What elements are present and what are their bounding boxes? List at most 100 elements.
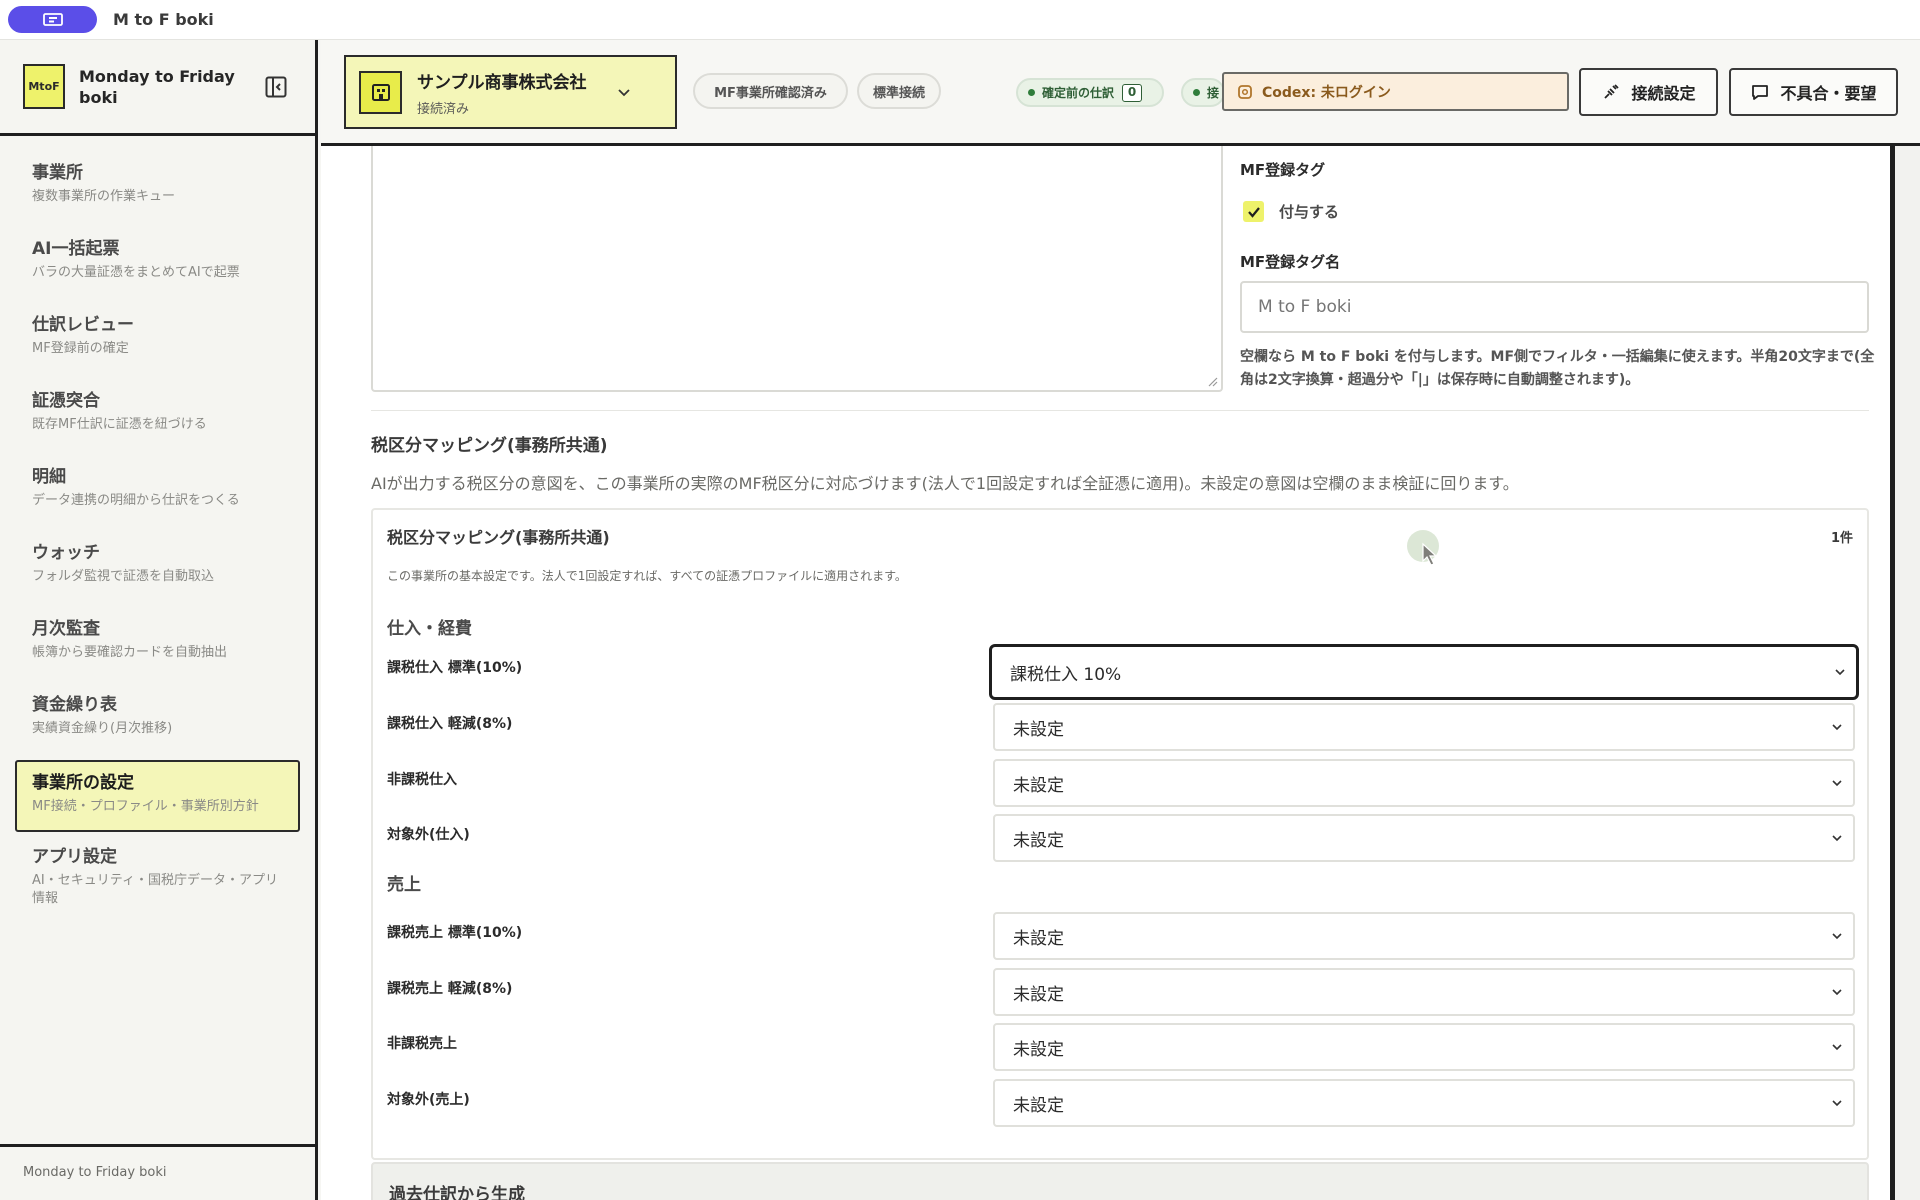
tax-row-label: 非課税仕入 [387,772,457,788]
standard-connection-badge: 標準接続 [857,73,941,109]
sidebar-item-label: AI一括起票 [32,239,120,259]
tax-select-sales-exempt[interactable]: 未設定 [993,1023,1855,1071]
sidebar-item-cashflow[interactable]: 資金繰り表 実績資金繰り(月次推移) [15,682,300,758]
window-title: M to F boki [113,10,214,29]
tax-select-sales-reduced[interactable]: 未設定 [993,968,1855,1016]
chevron-down-icon [1832,835,1842,842]
window-switcher-button[interactable] [8,6,97,33]
codex-icon [1238,84,1252,99]
pending-journals-status[interactable]: 確定前の仕訳 0 [1016,78,1164,107]
tax-select-value: 未設定 [1013,928,1064,949]
tax-select-purchase-outside[interactable]: 未設定 [993,814,1855,862]
generate-from-past-title: 過去仕訳から生成 [389,1185,525,1200]
sidebar-collapse-icon [265,76,287,98]
sidebar-item-sub: 既存MF仕訳に証憑を紐づける [32,417,207,432]
tax-select-value: 未設定 [1013,775,1064,796]
sidebar-item-offices[interactable]: 事業所 複数事業所の作業キュー [15,150,300,226]
tax-row-label: 課税仕入 軽減(8%) [387,716,513,732]
sidebar-item-voucher-match[interactable]: 証憑突合 既存MF仕訳に証憑を紐づける [15,378,300,454]
pending-journals-count: 0 [1122,83,1143,102]
chevron-down-icon [1832,724,1842,731]
generate-from-past-panel[interactable]: 過去仕訳から生成 [371,1162,1869,1200]
tax-select-value: 課税仕入 10% [1010,664,1122,685]
divider [371,410,1869,411]
mf-tag-toggle[interactable]: 付与する [1243,201,1339,222]
mf-tag-checkbox[interactable] [1243,201,1264,222]
tax-row-label: 対象外(売上) [387,1092,470,1108]
sidebar-item-sub: バラの大量証憑をまとめてAIで起票 [32,265,240,280]
sidebar-item-sub: フォルダ監視で証憑を自動取込 [32,569,215,584]
mf-office-confirmed-badge: MF事業所確認済み [693,73,848,109]
tax-select-sales-standard[interactable]: 未設定 [993,912,1855,960]
sidebar-item-statements[interactable]: 明細 データ連携の明細から仕訳をつくる [15,454,300,530]
title-bar: M to F boki [0,0,1920,40]
brand: MtoF Monday to Friday boki [0,40,315,136]
chevron-down-icon [1832,989,1842,996]
sidebar-item-label: ウォッチ [32,543,100,563]
tax-mapping-count-badge: 1件 [1830,531,1853,546]
sidebar-item-label: 事業所の設定 [32,773,134,793]
mf-tag-check-label: 付与する [1279,203,1340,221]
tax-mapping-section-desc: AIが出力する税区分の意図を、この事業所の実際のMF税区分に対応づけます(法人で… [371,474,1519,493]
sidebar-item-sub: 複数事業所の作業キュー [32,189,176,204]
company-switcher[interactable]: サンプル商事株式会社 接続済み [344,55,677,129]
company-name: サンプル商事株式会社 [417,72,587,93]
chevron-down-icon [1832,780,1842,787]
chevron-down-icon [1832,1100,1842,1107]
sidebar-item-monthly-audit[interactable]: 月次監査 帳簿から要確認カードを自動抽出 [15,606,300,682]
mf-tag-label: MF登録タグ [1240,161,1326,179]
status-dot [1193,89,1200,96]
tax-mapping-card-title: 税区分マッピング(事務所共通) [387,528,610,547]
sidebar-item-sub: MF接続・プロファイル・事業所別方針 [32,799,259,814]
tax-mapping-section-title: 税区分マッピング(事務所共通) [371,436,608,456]
settings-content[interactable]: MF登録タグ 付与する MF登録タグ名 空欄なら M to F boki を付与… [321,146,1890,1200]
tax-select-purchase-reduced[interactable]: 未設定 [993,703,1855,751]
feedback-button[interactable]: 不具合・要望 [1729,68,1898,116]
sidebar-footer: Monday to Friday boki [0,1144,315,1200]
chevron-down-icon [618,89,630,97]
tax-mapping-card: 税区分マッピング(事務所共通) 1件 この事業所の基本設定です。法人で1回設定す… [371,508,1869,1160]
tax-select-value: 未設定 [1013,830,1064,851]
connection-status-label: 接 [1207,86,1220,100]
sidebar-item-journal-review[interactable]: 仕訳レビュー MF登録前の確定 [15,302,300,378]
resize-grip-icon[interactable] [1206,375,1218,387]
tax-select-purchase-standard[interactable]: 課税仕入 10% [989,644,1859,700]
tax-select-purchase-exempt[interactable]: 未設定 [993,759,1855,807]
tax-row-label: 課税売上 標準(10%) [387,925,523,941]
sidebar-item-office-settings[interactable]: 事業所の設定 MF接続・プロファイル・事業所別方針 [15,760,300,832]
tax-mapping-card-note: この事業所の基本設定です。法人で1回設定すれば、すべての証憑プロファイルに適用さ… [387,569,907,583]
tax-select-sales-outside[interactable]: 未設定 [993,1079,1855,1127]
sidebar-item-ai-bulk[interactable]: AI一括起票 バラの大量証憑をまとめてAIで起票 [15,226,300,302]
sidebar-item-label: 月次監査 [32,619,100,639]
sidebar-item-app-settings[interactable]: アプリ設定 AI・セキュリティ・国税庁データ・アプリ情報 [15,834,300,914]
sidebar: MtoF Monday to Friday boki 事業所 複数事業所の作業キ… [0,40,318,1200]
purchase-group-title: 仕入・経費 [387,619,472,639]
notes-textarea[interactable] [371,146,1223,392]
top-header: サンプル商事株式会社 接続済み MF事業所確認済み 標準接続 確定前の仕訳 0 … [321,40,1920,146]
check-icon [1247,206,1260,218]
sidebar-item-label: 事業所 [32,163,83,183]
chevron-down-icon [1832,933,1842,940]
feedback-label: 不具合・要望 [1780,84,1877,103]
connection-status[interactable]: 接 [1181,78,1225,107]
codex-login-status[interactable]: Codex: 未ログイン [1222,72,1569,111]
collapse-sidebar-button[interactable] [265,76,287,98]
tax-select-value: 未設定 [1013,719,1064,740]
mf-tag-name-input[interactable] [1240,281,1869,333]
tax-row-label: 課税売上 軽減(8%) [387,981,513,997]
sidebar-item-sub: MF登録前の確定 [32,341,129,356]
sidebar-item-label: 明細 [32,467,66,487]
sidebar-item-watch[interactable]: ウォッチ フォルダ監視で証憑を自動取込 [15,530,300,606]
scroll-gutter [1895,146,1920,1200]
company-status: 接続済み [417,101,470,117]
connection-settings-button[interactable]: 接続設定 [1579,68,1718,116]
tax-select-value: 未設定 [1013,1039,1064,1060]
chevron-down-icon [1835,669,1845,676]
window-icon [42,12,63,26]
tax-row-label: 課税仕入 標準(10%) [387,660,523,676]
connection-settings-label: 接続設定 [1631,84,1696,103]
plug-icon [1604,84,1620,99]
tax-select-value: 未設定 [1013,1095,1064,1116]
mf-tag-name-label: MF登録タグ名 [1240,253,1341,271]
sidebar-item-label: アプリ設定 [32,847,117,867]
